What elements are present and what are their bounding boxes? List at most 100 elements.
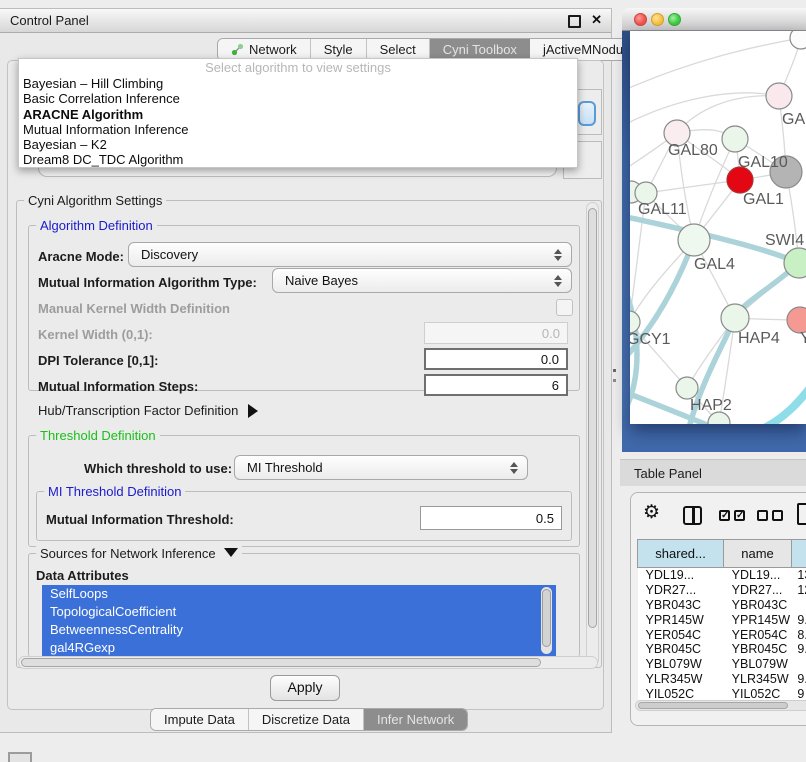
bottom-tabs: Impute Data Discretize Data Infer Networ…: [150, 708, 468, 731]
node-gal10[interactable]: [722, 126, 748, 152]
node-label: GCY1: [630, 331, 671, 348]
algorithm-option-selected[interactable]: ARACNE Algorithm: [19, 107, 577, 122]
mi-threshold-definition-title: MI Threshold Definition: [44, 484, 185, 499]
close-traffic-light[interactable]: [634, 13, 647, 26]
tab-network-label: Network: [249, 42, 297, 57]
close-icon[interactable]: ✕: [591, 12, 602, 28]
document-icon[interactable]: [797, 503, 806, 525]
node-label: HAP4: [738, 330, 780, 347]
screen: Control Panel ✕ Network Style Select Cyn…: [0, 0, 806, 762]
node-gcy1[interactable]: [630, 311, 640, 333]
algorithm-definition-title: Algorithm Definition: [36, 218, 157, 233]
partial-panel-icon[interactable]: [8, 752, 32, 762]
node-label: SWI4: [765, 232, 804, 249]
scrollbar-thumb[interactable]: [588, 208, 597, 628]
sources-group-title[interactable]: Sources for Network Inference: [36, 546, 242, 561]
table-panel-body: ⚙ ✓ ✓ shared... name A YDL19...YDL19...1…: [630, 492, 806, 726]
manual-kernel-checkbox[interactable]: [556, 299, 573, 316]
node-partial-top[interactable]: [790, 31, 806, 49]
table-horizontal-scrollbar[interactable]: [635, 700, 806, 711]
mi-steps-input[interactable]: 6: [424, 374, 568, 396]
aracne-mode-select[interactable]: Discovery: [128, 242, 572, 267]
attribute-item[interactable]: TopologicalCoefficient: [42, 603, 556, 621]
table-row[interactable]: YER054CYER054C8.: [638, 627, 806, 642]
highlighted-edge: [766, 389, 806, 424]
table-row[interactable]: YDL19...YDL19...13: [638, 568, 806, 583]
kernel-width-input[interactable]: 0.0: [424, 322, 568, 344]
algorithm-option[interactable]: Basic Correlation Inference: [19, 91, 577, 106]
attribute-item[interactable]: BetweennessCentrality: [42, 621, 556, 639]
table-row[interactable]: YDR27...YDR27...12: [638, 583, 806, 598]
tab-network[interactable]: Network: [218, 39, 311, 60]
collapse-down-icon[interactable]: [224, 548, 238, 557]
zoom-traffic-light[interactable]: [668, 13, 681, 26]
node-hap4[interactable]: [721, 304, 749, 332]
table-row[interactable]: YIL052CYIL052C9: [638, 686, 806, 701]
combo-arrows-icon: [554, 275, 562, 287]
minimize-traffic-light[interactable]: [651, 13, 664, 26]
algorithm-option[interactable]: Bayesian – K2: [19, 137, 577, 152]
node-label: GAL11: [638, 201, 687, 218]
apply-button[interactable]: Apply: [270, 675, 340, 701]
table-panel-title: Table Panel: [634, 466, 702, 481]
which-threshold-select[interactable]: MI Threshold: [234, 455, 528, 480]
node-label: GAL10: [738, 154, 788, 171]
tab-infer-network[interactable]: Infer Network: [364, 709, 467, 730]
focused-spinner-fragment[interactable]: [578, 101, 596, 126]
algorithm-option[interactable]: Mutual Information Inference: [19, 122, 577, 137]
column-header-partial[interactable]: A: [791, 540, 806, 568]
scrollbar-thumb[interactable]: [21, 658, 541, 667]
float-window-icon[interactable]: [568, 15, 581, 28]
scrollbar-thumb[interactable]: [542, 589, 551, 647]
node-gal-partial[interactable]: [766, 83, 792, 109]
network-window-frame: GAL GAL80 GAL10 GAL1 GAL11 SWI4 GAL4 GCY…: [622, 31, 806, 452]
settings-vertical-scrollbar[interactable]: [586, 202, 599, 666]
algorithm-dropdown-popup: Select algorithm to view settings Bayesi…: [18, 58, 578, 168]
column-header-shared[interactable]: shared...: [638, 540, 724, 568]
network-view-window: GAL GAL80 GAL10 GAL1 GAL11 SWI4 GAL4 GCY…: [622, 8, 806, 452]
gear-icon[interactable]: ⚙: [643, 501, 660, 524]
algorithm-option[interactable]: Bayesian – Hill Climbing: [19, 76, 577, 91]
node-hap2[interactable]: [676, 377, 698, 399]
mi-threshold-input[interactable]: 0.5: [420, 506, 562, 530]
node-gal4[interactable]: [678, 224, 710, 256]
table-row[interactable]: YBL079WYBL079W: [638, 657, 806, 672]
node-table: shared... name A YDL19...YDL19...13 YDR2…: [637, 539, 806, 701]
split-divider-grip[interactable]: [613, 369, 616, 382]
control-panel-titlebar[interactable]: Control Panel ✕: [0, 9, 611, 33]
mi-threshold-label: Mutual Information Threshold:: [46, 512, 234, 527]
table-row[interactable]: YLR345WYLR345W9.: [638, 672, 806, 687]
select-all-checkbox-icon[interactable]: ✓: [734, 510, 745, 521]
dpi-tolerance-input[interactable]: 0.0: [424, 348, 568, 370]
deselect-checkbox-icon[interactable]: [757, 510, 768, 521]
table-row[interactable]: YPR145WYPR145W9.: [638, 612, 806, 627]
attributes-list-scrollbar[interactable]: [541, 587, 552, 654]
attribute-item[interactable]: gal4RGexp: [42, 639, 556, 656]
tab-cyni-toolbox[interactable]: Cyni Toolbox: [430, 39, 530, 60]
scrollbar-thumb[interactable]: [638, 702, 788, 709]
attribute-item[interactable]: SelfLoops: [42, 585, 556, 603]
tab-select[interactable]: Select: [367, 39, 430, 60]
tab-discretize-data[interactable]: Discretize Data: [249, 709, 364, 730]
aracne-mode-label: Aracne Mode:: [38, 249, 124, 264]
table-row[interactable]: YBR043CYBR043C: [638, 598, 806, 613]
dpi-tolerance-label: DPI Tolerance [0,1]:: [38, 353, 158, 368]
network-tab-icon: [231, 43, 244, 56]
node-label: GAL80: [668, 142, 718, 159]
control-panel-title: Control Panel: [10, 13, 89, 28]
column-header-name[interactable]: name: [724, 540, 792, 568]
hub-definition-toggle[interactable]: Hub/Transcription Factor Definition: [38, 403, 258, 418]
table-row[interactable]: YBR045CYBR045C9.: [638, 642, 806, 657]
select-all-checkbox-icon[interactable]: ✓: [719, 510, 730, 521]
deselect-checkbox-icon[interactable]: [772, 510, 783, 521]
network-canvas[interactable]: GAL GAL80 GAL10 GAL1 GAL11 SWI4 GAL4 GCY…: [630, 31, 806, 424]
network-window-titlebar[interactable]: [622, 8, 806, 31]
expand-right-icon[interactable]: [248, 404, 258, 418]
settings-horizontal-scrollbar[interactable]: [18, 656, 598, 669]
mi-type-select[interactable]: Naive Bayes: [272, 268, 572, 293]
algorithm-option[interactable]: Dream8 DC_TDC Algorithm: [19, 152, 577, 167]
tab-impute-data[interactable]: Impute Data: [151, 709, 249, 730]
tab-style[interactable]: Style: [311, 39, 367, 60]
split-columns-icon[interactable]: [683, 506, 702, 525]
combo-arrows-icon: [554, 249, 562, 261]
